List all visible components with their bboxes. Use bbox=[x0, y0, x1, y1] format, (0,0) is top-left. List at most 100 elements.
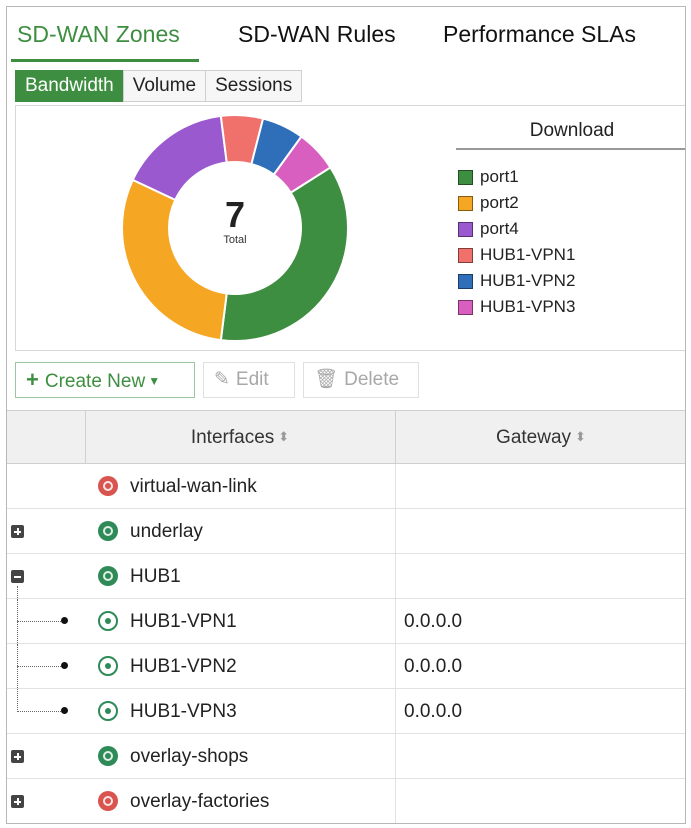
tree-connector bbox=[17, 689, 18, 712]
legend-swatch bbox=[458, 273, 473, 289]
legend-item[interactable]: port2 bbox=[458, 190, 685, 216]
column-divider bbox=[395, 509, 396, 553]
gateway-value: 0.0.0.0 bbox=[404, 701, 463, 722]
donut-center: 7 Total bbox=[175, 194, 295, 247]
donut-slice-port4[interactable] bbox=[131, 114, 228, 202]
column-divider bbox=[395, 689, 396, 733]
delete-button[interactable]: 🗑 Delete bbox=[303, 362, 419, 398]
interface-name: HUB1 bbox=[130, 566, 181, 587]
create-new-button[interactable]: + Create New ▼ bbox=[15, 362, 195, 398]
interface-name: virtual-wan-link bbox=[130, 476, 257, 497]
legend-item[interactable]: HUB1-VPN3 bbox=[458, 294, 685, 320]
tree-node-dot bbox=[61, 707, 68, 714]
table-body: virtual-wan-link underlay HUB1 HUB1-VPN1… bbox=[7, 464, 685, 823]
interface-name: HUB1-VPN3 bbox=[130, 701, 237, 722]
interfaces-header-label: Interfaces bbox=[190, 427, 275, 448]
legend-swatch bbox=[458, 247, 473, 263]
gateway-header-label: Gateway bbox=[496, 427, 572, 448]
sort-icon: ⬍ bbox=[278, 429, 290, 444]
legend-swatch bbox=[458, 221, 473, 237]
interface-name: overlay-shops bbox=[130, 746, 249, 767]
donut-total-value: 7 bbox=[224, 194, 246, 235]
donut-total-label: Total bbox=[223, 234, 247, 246]
vpn-tunnel-icon bbox=[98, 611, 118, 631]
column-divider bbox=[395, 554, 396, 598]
column-divider bbox=[395, 464, 396, 508]
table-row[interactable]: underlay bbox=[7, 509, 685, 554]
tree-node-dot bbox=[61, 662, 68, 669]
legend-label: port2 bbox=[480, 193, 519, 212]
legend-label: port1 bbox=[480, 167, 519, 186]
plus-icon: + bbox=[26, 367, 39, 392]
table-row[interactable]: overlay-factories bbox=[7, 779, 685, 823]
chart-mode-tabs: Bandwidth Volume Sessions bbox=[15, 70, 303, 102]
column-divider bbox=[395, 734, 396, 778]
sdwan-zone-icon bbox=[98, 746, 118, 766]
table-row[interactable]: HUB1-VPN1 0.0.0.0 bbox=[7, 599, 685, 645]
sdwan-zone-icon bbox=[98, 566, 118, 586]
column-divider bbox=[395, 599, 396, 643]
table-row[interactable]: HUB1-VPN2 0.0.0.0 bbox=[7, 644, 685, 690]
legend-title: Download bbox=[456, 116, 685, 150]
create-new-label: Create New bbox=[44, 371, 146, 392]
caret-down-icon: ▼ bbox=[148, 374, 161, 388]
collapse-icon[interactable] bbox=[11, 570, 24, 583]
interface-name: HUB1-VPN1 bbox=[130, 611, 237, 632]
interface-name: overlay-factories bbox=[130, 791, 270, 812]
tab-performance-slas[interactable]: Performance SLAs bbox=[443, 21, 636, 48]
legend-swatch bbox=[458, 195, 473, 211]
legend-swatch bbox=[458, 169, 473, 185]
legend-swatch bbox=[458, 299, 473, 315]
top-tab-bar: SD-WAN Zones SD-WAN Rules Performance SL… bbox=[7, 7, 685, 63]
sdwan-zone-icon bbox=[98, 521, 118, 541]
tree-connector bbox=[17, 666, 63, 667]
column-divider bbox=[395, 644, 396, 688]
legend-item[interactable]: HUB1-VPN1 bbox=[458, 242, 685, 268]
table-row[interactable]: virtual-wan-link bbox=[7, 464, 685, 509]
tab-bandwidth[interactable]: Bandwidth bbox=[15, 70, 124, 102]
sdwan-zone-icon bbox=[98, 791, 118, 811]
expand-icon[interactable] bbox=[11, 795, 24, 808]
column-divider bbox=[395, 779, 396, 823]
gateway-value: 0.0.0.0 bbox=[404, 656, 463, 677]
tab-volume[interactable]: Volume bbox=[122, 70, 207, 102]
column-interfaces[interactable]: Interfaces ⬍ bbox=[85, 411, 395, 463]
column-gateway[interactable]: Gateway ⬍ bbox=[395, 411, 685, 463]
legend-label: HUB1-VPN1 bbox=[480, 245, 576, 264]
legend-list: port1 port2 port4 HUB1-VPN1 HUB1-VPN2 HUB1-VP… bbox=[458, 164, 685, 320]
zones-table: Interfaces ⬍ Gateway ⬍ virtual-wan-link un… bbox=[7, 410, 685, 823]
tree-connector bbox=[17, 599, 18, 645]
gateway-value: 0.0.0.0 bbox=[404, 611, 463, 632]
legend-item[interactable]: HUB1-VPN2 bbox=[458, 268, 685, 294]
table-row[interactable]: HUB1-VPN3 0.0.0.0 bbox=[7, 689, 685, 734]
legend-label: HUB1-VPN3 bbox=[480, 297, 576, 316]
tree-connector bbox=[17, 586, 18, 600]
table-row[interactable]: HUB1 bbox=[7, 554, 685, 600]
expand-icon[interactable] bbox=[11, 750, 24, 763]
edit-button[interactable]: ✎ Edit bbox=[203, 362, 295, 398]
delete-label: Delete bbox=[344, 369, 400, 390]
chart-legend: Download port1 port2 port4 HUB1-VPN1 HUB1-VP… bbox=[454, 116, 685, 320]
tab-sdwan-rules[interactable]: SD-WAN Rules bbox=[238, 21, 396, 48]
edit-label: Edit bbox=[235, 369, 269, 390]
sort-icon: ⬍ bbox=[575, 429, 586, 444]
tree-connector bbox=[17, 621, 63, 622]
pencil-icon: ✎ bbox=[214, 369, 230, 390]
trash-icon: 🗑 bbox=[314, 369, 339, 390]
legend-item[interactable]: port1 bbox=[458, 164, 685, 190]
legend-label: HUB1-VPN2 bbox=[480, 271, 576, 290]
legend-label: port4 bbox=[480, 219, 519, 238]
tab-sessions[interactable]: Sessions bbox=[205, 70, 303, 102]
sdwan-panel: SD-WAN Zones SD-WAN Rules Performance SL… bbox=[6, 6, 686, 824]
bandwidth-chart-panel: 7 Total Download port1 port2 port4 HUB1-VPN… bbox=[15, 105, 685, 351]
table-row[interactable]: overlay-shops bbox=[7, 734, 685, 779]
interface-name: underlay bbox=[130, 521, 203, 542]
tab-sdwan-zones[interactable]: SD-WAN Zones bbox=[17, 21, 180, 48]
interface-name: HUB1-VPN2 bbox=[130, 656, 237, 677]
tree-node-dot bbox=[61, 617, 68, 624]
expand-icon[interactable] bbox=[11, 525, 24, 538]
tree-connector bbox=[17, 711, 63, 712]
active-tab-indicator bbox=[11, 59, 199, 62]
legend-item[interactable]: port4 bbox=[458, 216, 685, 242]
tree-connector bbox=[17, 644, 18, 690]
